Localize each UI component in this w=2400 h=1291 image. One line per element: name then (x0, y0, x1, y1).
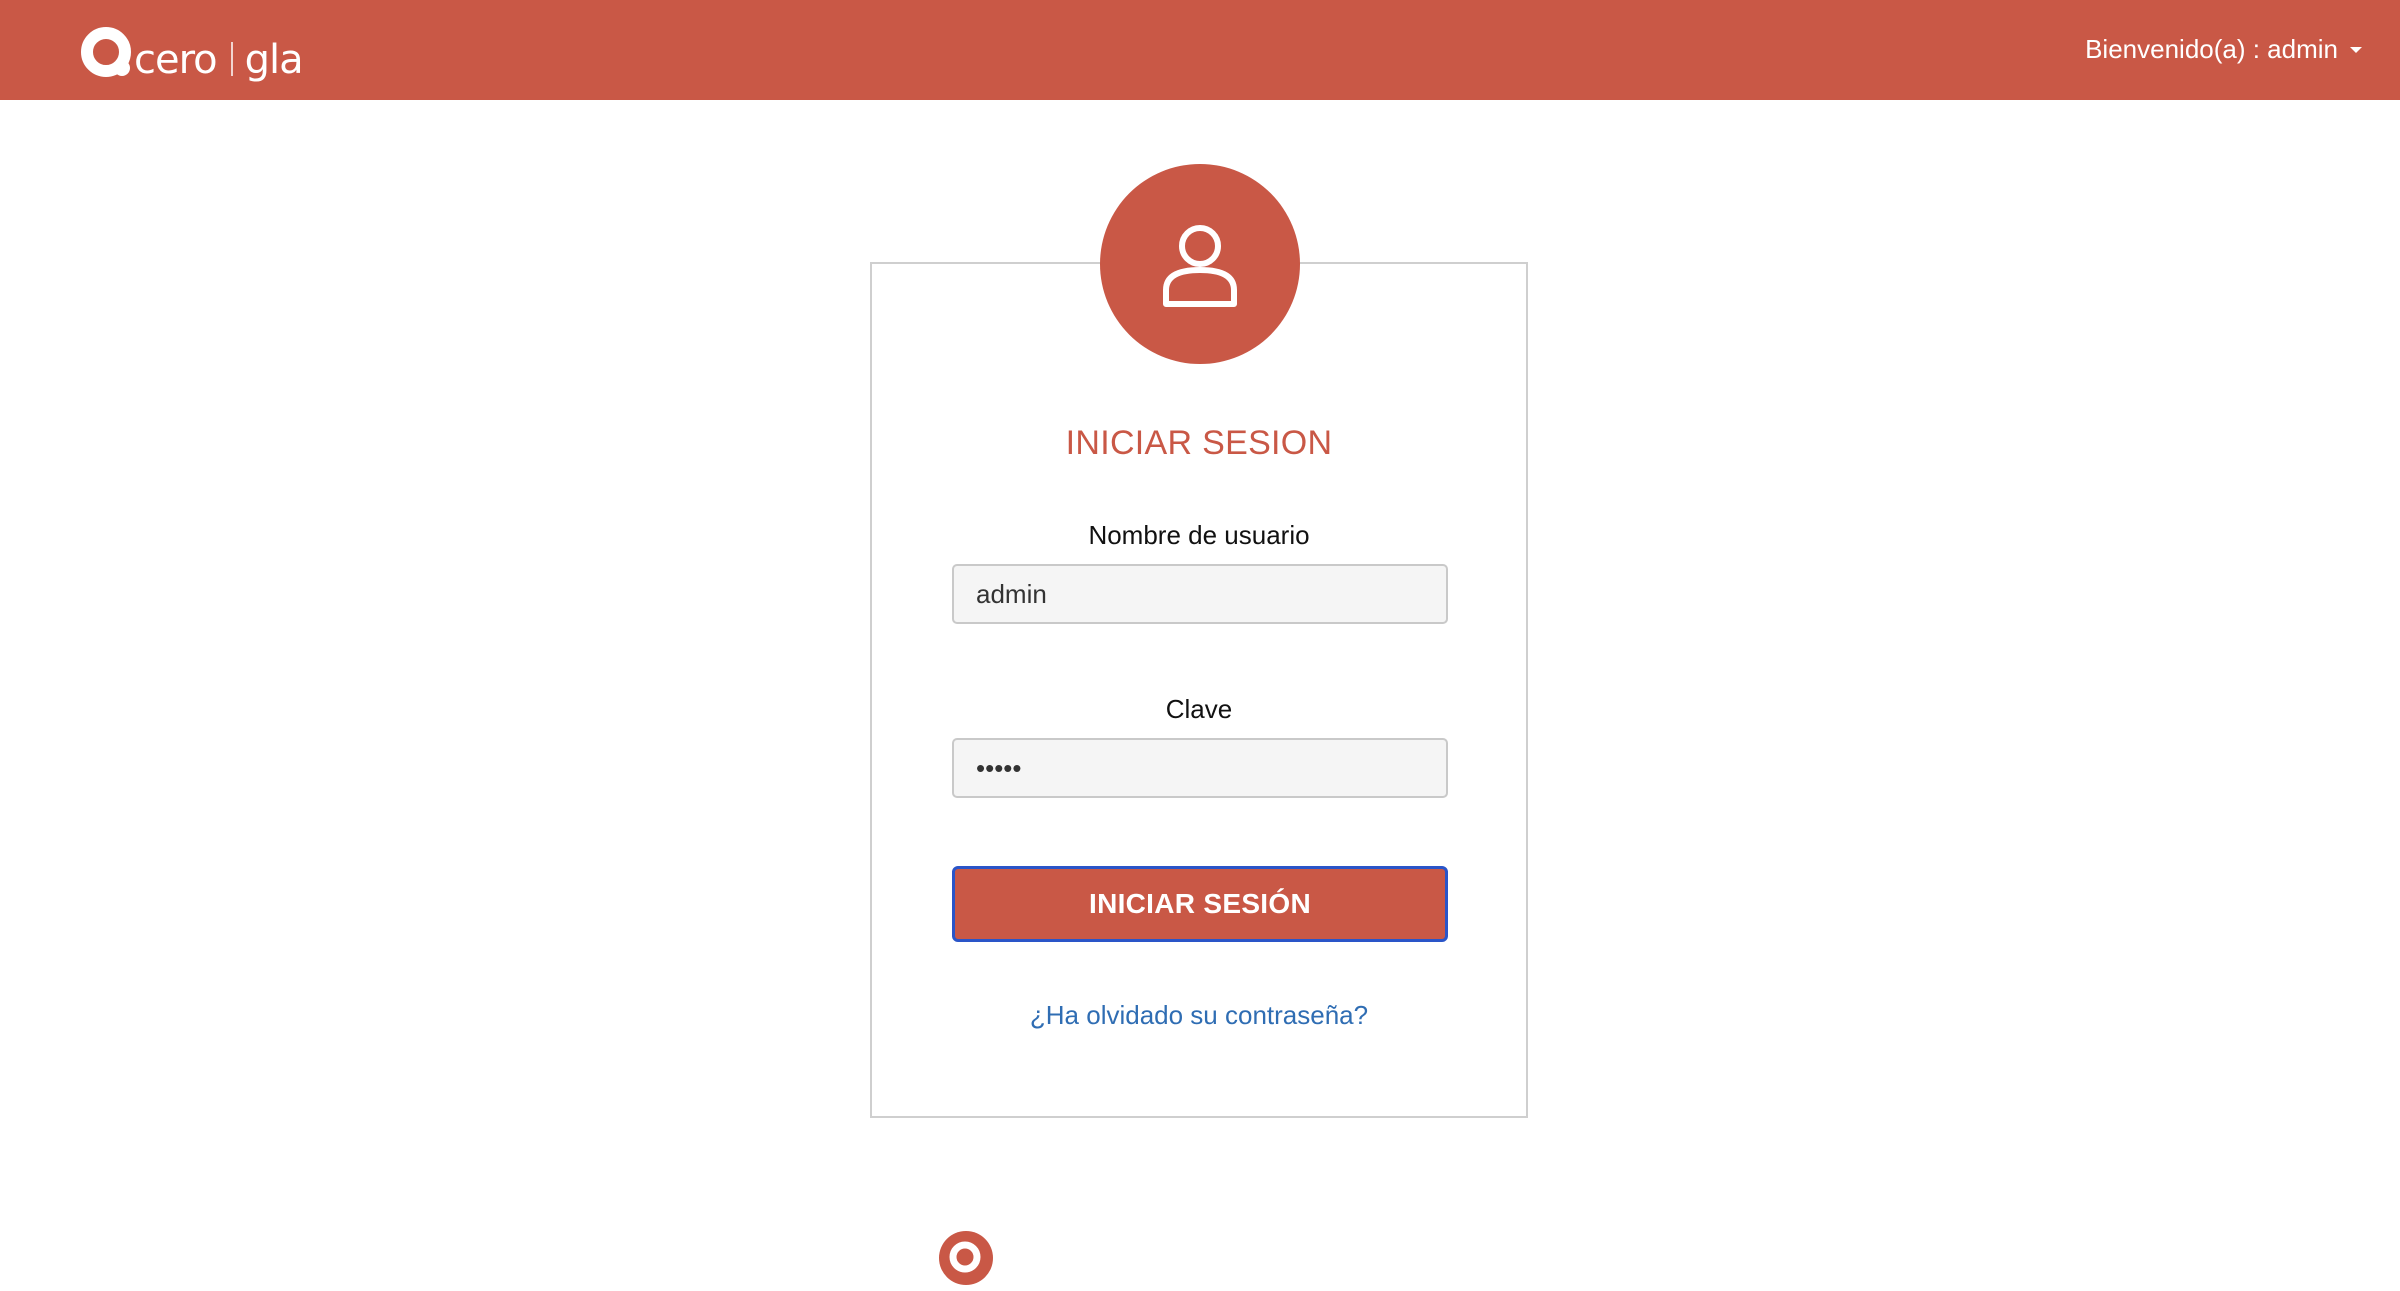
user-menu-label: Bienvenido(a) : admin (2085, 34, 2338, 64)
user-icon (1163, 225, 1237, 307)
brand-name-left: cero (134, 37, 218, 83)
forgot-password-link[interactable]: ¿Ha olvidado su contraseña? (870, 1000, 1528, 1031)
user-menu-dropdown[interactable]: Bienvenido(a) : admin (2085, 32, 2362, 66)
brand-logo[interactable]: cero gla (80, 14, 304, 83)
user-avatar (1100, 164, 1300, 364)
username-label: Nombre de usuario (1088, 520, 1310, 550)
top-navbar: cero gla Bienvenido(a) : admin (0, 0, 2400, 100)
login-card (870, 262, 1528, 1118)
footer-logo-icon (938, 1230, 994, 1286)
logo-mark-icon (80, 26, 136, 82)
brand-name-right: gla (244, 37, 304, 83)
login-title: INICIAR SESION (1065, 424, 1333, 462)
chevron-down-icon (2350, 47, 2362, 53)
login-submit-button[interactable]: INICIAR SESIÓN (952, 866, 1448, 942)
password-label: Clave (1165, 694, 1233, 724)
password-input[interactable] (952, 738, 1448, 798)
brand-divider (230, 42, 233, 76)
username-input[interactable] (952, 564, 1448, 624)
